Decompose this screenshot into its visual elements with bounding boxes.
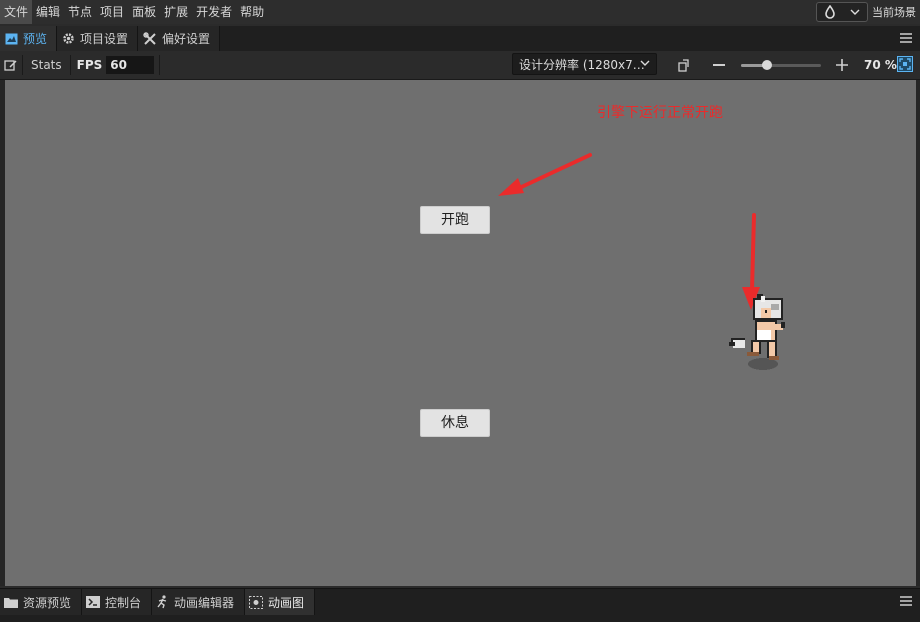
scene-dropdown[interactable]	[816, 2, 868, 22]
menu-project[interactable]: 项目	[96, 0, 128, 24]
gear-icon	[63, 33, 74, 44]
character-sprite	[729, 294, 785, 370]
tab-label: 控制台	[105, 595, 142, 610]
fps-label: FPS	[76, 58, 103, 72]
tab-label: 预览	[23, 32, 48, 46]
zoom-slider-thumb[interactable]	[762, 60, 773, 70]
tab-label: 资源预览	[23, 595, 72, 610]
tab-label: 偏好设置	[162, 32, 211, 46]
zoom-in-icon[interactable]	[836, 59, 848, 71]
menu-extension[interactable]: 扩展	[160, 0, 192, 24]
menu-bar: 文件 编辑 节点 项目 面板 扩展 开发者 帮助 当前场景	[0, 0, 920, 24]
menu-node[interactable]: 节点	[64, 0, 96, 24]
animation-graph-icon	[249, 595, 264, 609]
tab-preferences[interactable]: 偏好设置	[138, 26, 221, 51]
menu-edit[interactable]: 编辑	[32, 0, 64, 24]
hamburger-menu-icon[interactable]	[900, 595, 912, 607]
tab-animation-editor[interactable]: 动画编辑器	[152, 589, 246, 615]
chevron-down-icon	[850, 9, 860, 15]
tab-console[interactable]: 控制台	[82, 589, 153, 615]
menu-file[interactable]: 文件	[0, 0, 33, 24]
tools-icon	[143, 31, 156, 45]
divider	[22, 55, 23, 75]
terminal-icon	[86, 596, 101, 608]
zoom-out-icon[interactable]	[713, 64, 725, 67]
tab-preview[interactable]: 预览	[0, 26, 58, 51]
tab-asset-preview[interactable]: 资源预览	[0, 589, 83, 615]
resolution-value: 设计分辨率 (1280x7…	[519, 57, 645, 72]
menubar-right: 当前场景	[816, 0, 920, 24]
zoom-controls: 70 %	[675, 51, 920, 79]
zoom-slider[interactable]	[741, 60, 821, 70]
menu-help[interactable]: 帮助	[236, 0, 268, 24]
arrow-to-start-button	[498, 153, 592, 196]
tab-label: 动画编辑器	[174, 595, 235, 610]
panel-tab-bar: 预览 项目设置 偏好设置	[0, 26, 920, 51]
rotate-device-icon[interactable]	[677, 58, 691, 72]
game-canvas[interactable]: 引擎下运行正常开跑 开跑 休息	[5, 80, 916, 586]
resolution-dropdown[interactable]: 设计分辨率 (1280x7…	[512, 53, 657, 75]
hamburger-menu-icon[interactable]	[900, 32, 912, 44]
fps-input[interactable]	[106, 56, 155, 74]
preview-toolbar: Stats FPS 设计分辨率 (1280x7… 70 %	[0, 51, 920, 80]
preview-icon	[5, 33, 18, 44]
divider	[69, 55, 71, 75]
current-scene-label: 当前场景	[872, 6, 916, 19]
menu-developer[interactable]: 开发者	[192, 0, 236, 24]
tab-animation-graph[interactable]: 动画图	[245, 589, 316, 615]
view-border	[916, 80, 920, 586]
tab-label: 项目设置	[80, 32, 129, 46]
divider	[159, 55, 161, 75]
tab-project-settings[interactable]: 项目设置	[57, 26, 139, 51]
tab-label: 动画图	[268, 595, 305, 610]
chevron-down-icon	[640, 60, 650, 66]
running-icon	[157, 595, 167, 609]
folder-icon	[4, 597, 18, 608]
fit-screen-icon[interactable]	[897, 56, 913, 72]
dropper-icon	[825, 5, 835, 19]
zoom-value: 70 %	[864, 58, 897, 72]
stats-toggle[interactable]: Stats	[28, 58, 65, 72]
edit-icon[interactable]	[4, 59, 17, 72]
menu-panel[interactable]: 面板	[128, 0, 160, 24]
bottom-tab-bar: 资源预览 控制台 动画编辑器 动画图	[0, 588, 920, 622]
